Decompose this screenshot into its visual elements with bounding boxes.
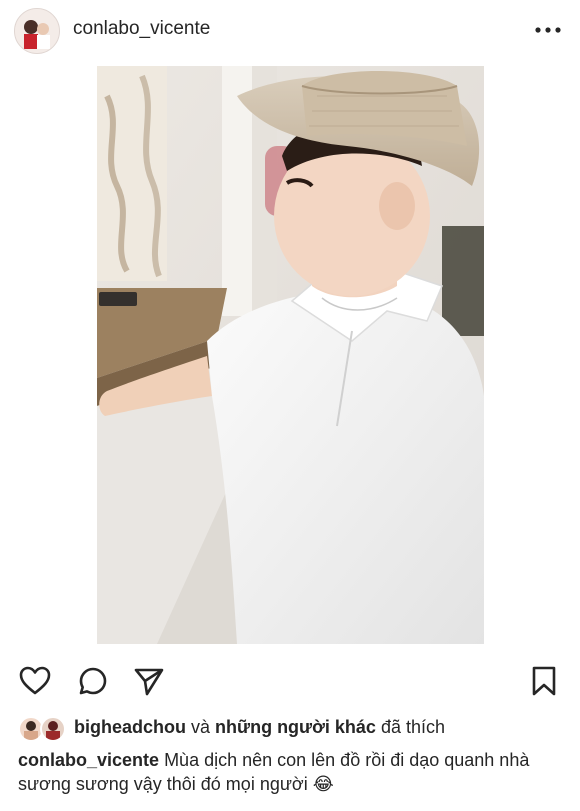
avatar[interactable] [14,8,60,54]
post-photo[interactable] [97,66,484,644]
post-username[interactable]: conlabo_vicente [73,18,210,40]
liker-avatar [40,716,66,742]
liked-by-text: bigheadchou và những người khác đã thích [74,717,445,738]
comment-icon[interactable] [76,664,110,698]
liked-by[interactable]: bigheadchou và những người khác đã thích [18,714,578,742]
post-media [0,66,580,646]
liked-others[interactable]: những người khác [215,717,376,737]
caption-username[interactable]: conlabo_vicente [18,750,159,770]
bookmark-icon[interactable] [527,664,561,698]
heart-icon[interactable] [18,664,52,698]
avatar-image [15,9,59,53]
more-options-icon[interactable] [528,16,568,44]
paper-plane-icon[interactable] [132,664,166,698]
liked-connector: và [191,717,211,737]
post-actions [0,660,580,700]
liked-suffix: đã thích [380,717,445,737]
laughing-emoji: 😂 [312,774,334,794]
liker-username[interactable]: bigheadchou [74,717,186,737]
post-caption: conlabo_vicente Mùa dịch nên con lên đồ … [18,748,568,796]
child-photo-illustration [97,66,484,644]
post-header: conlabo_vicente [0,0,580,67]
